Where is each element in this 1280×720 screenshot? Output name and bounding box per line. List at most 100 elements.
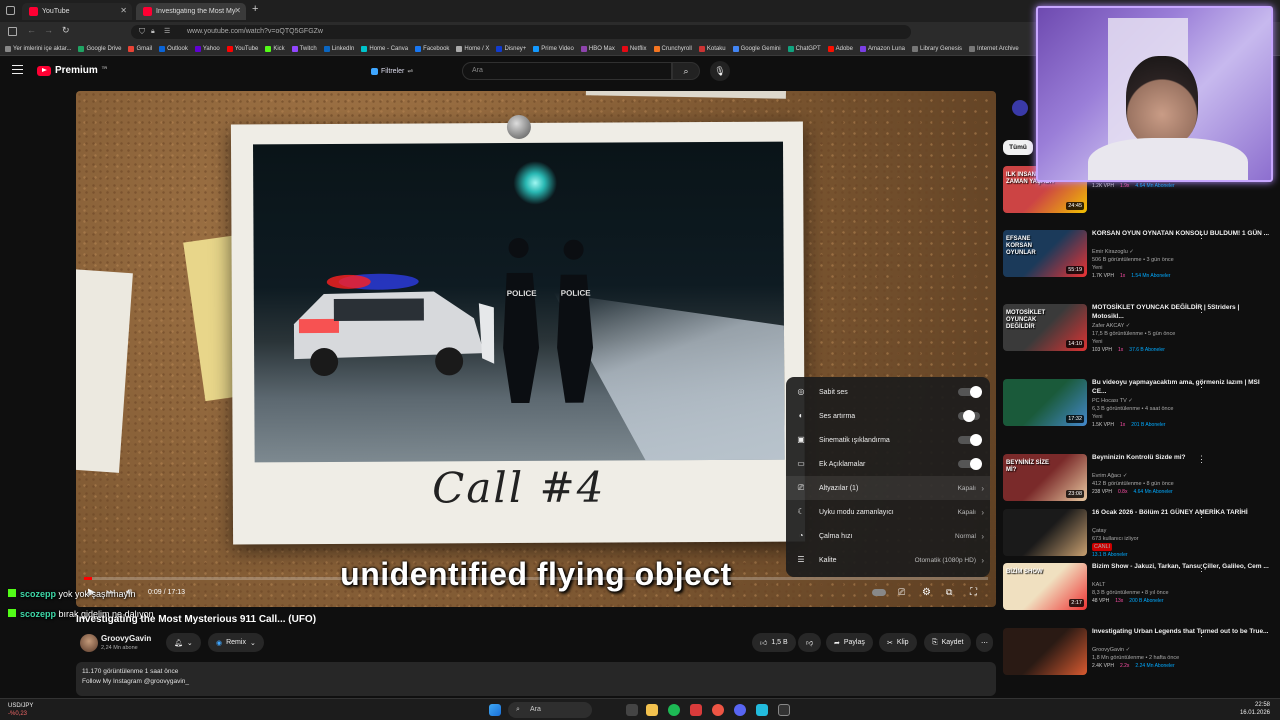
settings-item[interactable]: ◎ Sabit ses xyxy=(786,380,990,404)
progress-bar[interactable] xyxy=(84,577,988,580)
settings-item[interactable]: ◔ Çalma hızı Normal › xyxy=(786,524,990,548)
back-icon[interactable]: ← xyxy=(27,25,36,35)
bookmark-item[interactable]: Library Genesis xyxy=(912,45,962,52)
more-options-icon[interactable]: ⋮ xyxy=(1197,379,1206,390)
more-options-icon[interactable]: ⋮ xyxy=(1197,509,1206,520)
related-video-card[interactable]: 17:32 Bu videoyu yapmayacaktım ama, görme… xyxy=(1003,379,1280,441)
settings-item[interactable]: ⎚ Altyazılar (1) Kapalı › xyxy=(786,476,990,500)
like-button[interactable]: 👍︎ 1,5 B xyxy=(752,633,796,652)
bookmark-item[interactable]: Google Gemini xyxy=(732,45,781,52)
related-video-card[interactable]: Investigating Urban Legends that Turned … xyxy=(1003,628,1280,690)
related-video-title[interactable]: 16 Ocak 2026 - Bölüm 21 GÜNEY AMERİKA TA… xyxy=(1092,509,1272,518)
settings-toggle[interactable] xyxy=(958,434,982,446)
tab-youtube[interactable]: YouTube ✕ xyxy=(22,3,132,20)
related-video-card[interactable]: BİZİM SHOW 2:17 Bizim Show - Jakuzi, Tarka… xyxy=(1003,563,1280,625)
settings-item[interactable]: ▣ Sinematik ışıklandırma xyxy=(786,428,990,452)
video-thumbnail[interactable]: MOTOSİKLET OYUNCAK DEĞİLDİR 14:10 xyxy=(1003,304,1087,351)
bookmark-item[interactable]: ChatGPT xyxy=(787,45,821,52)
bookmark-item[interactable]: Internet Archive xyxy=(969,45,1019,52)
new-tab-button[interactable]: + xyxy=(252,3,258,15)
notifications-button[interactable]: 🔔︎ ⌄ xyxy=(166,633,201,652)
more-options-icon[interactable]: ⋮ xyxy=(1197,454,1206,465)
stock-widget[interactable]: USD/JPY -%0,23 xyxy=(8,702,33,718)
bookmark-item[interactable]: Adobe xyxy=(827,45,853,52)
video-thumbnail[interactable]: EFSANE KORSAN OYUNLAR 55:19 xyxy=(1003,230,1087,277)
discord-icon[interactable] xyxy=(734,704,746,716)
bookmark-item[interactable]: Kick xyxy=(265,45,285,52)
close-tab-icon[interactable]: ✕ xyxy=(120,6,127,15)
related-video-title[interactable]: Bizim Show - Jakuzi, Tarkan, Tansu Çille… xyxy=(1092,563,1272,572)
bookmark-item[interactable]: Yer imlerini içe aktar... xyxy=(5,45,71,52)
more-options-icon[interactable]: ⋮ xyxy=(1197,230,1206,241)
settings-toggle[interactable] xyxy=(958,410,980,422)
bookmark-item[interactable]: Gmail xyxy=(128,45,152,52)
app-icon[interactable] xyxy=(778,704,790,716)
dislike-button[interactable]: 👎︎ xyxy=(798,633,822,652)
settings-item[interactable]: ☰ Kalite Otomatik (1080p HD) › xyxy=(786,548,990,572)
video-thumbnail[interactable]: BEYNİNİZ SİZE Mİ? 23:08 xyxy=(1003,454,1087,501)
taskbar-search[interactable]: ⌕ Ara xyxy=(508,702,592,718)
bookmark-item[interactable]: Crunchyroll xyxy=(653,45,692,52)
app-icon[interactable] xyxy=(756,704,768,716)
search-button[interactable]: ⌕ xyxy=(672,62,700,80)
chip-all[interactable]: Tümü xyxy=(1003,140,1033,155)
video-thumbnail[interactable]: 17:32 xyxy=(1003,379,1087,426)
bookmark-item[interactable]: Disney+ xyxy=(496,45,526,52)
related-video-card[interactable]: MOTOSİKLET OYUNCAK DEĞİLDİR 14:10 MOTOSİKL… xyxy=(1003,304,1280,366)
video-player[interactable]: POLICE POLICE Call #4 unidentified flyin… xyxy=(76,91,996,607)
site-settings-icon[interactable]: ☰ xyxy=(164,25,170,39)
search-input[interactable]: Ara xyxy=(462,62,672,80)
system-clock[interactable]: 22:58 16.01.2026 xyxy=(1240,701,1270,717)
bookmark-item[interactable]: HBO Max xyxy=(580,45,615,52)
settings-toggle[interactable] xyxy=(958,458,982,470)
bookmark-item[interactable]: Google Drive xyxy=(78,45,121,52)
forward-icon[interactable]: → xyxy=(44,25,53,35)
bookmark-item[interactable]: Home / X xyxy=(456,45,489,52)
shield-icon[interactable]: ⛉ xyxy=(139,25,145,39)
bookmark-item[interactable]: Kotaku xyxy=(698,45,726,52)
related-video-title[interactable]: KORSAN OYUN OYNATAN KONSOLU BULDUM! 1 GÜ… xyxy=(1092,230,1272,239)
bookmark-item[interactable]: Twitch xyxy=(291,45,317,52)
youtube-premium-logo[interactable]: Premium TR xyxy=(37,65,107,76)
autoplay-toggle[interactable] xyxy=(872,589,886,596)
bookmark-item[interactable]: LinkedIn xyxy=(323,45,354,52)
related-video-card[interactable]: 16 Ocak 2026 - Bölüm 21 GÜNEY AMERİKA TA… xyxy=(1003,509,1280,571)
word-icon[interactable] xyxy=(690,704,702,716)
share-button[interactable]: ➦ Paylaş xyxy=(826,633,873,652)
bookmark-item[interactable]: YouTube xyxy=(226,45,258,52)
voice-search-button[interactable]: 🎙︎ xyxy=(710,61,730,81)
related-video-title[interactable]: MOTOSİKLET OYUNCAK DEĞİLDİR | 5Striders … xyxy=(1092,304,1272,321)
settings-item[interactable]: ◐ Ses artırma xyxy=(786,404,990,428)
task-view-icon[interactable] xyxy=(626,704,638,716)
save-button[interactable]: ⎘ Kaydet xyxy=(924,633,972,652)
more-options-icon[interactable]: ⋮ xyxy=(1197,304,1206,315)
reload-icon[interactable]: ↻ xyxy=(62,25,70,36)
close-tab-icon[interactable]: ✕ xyxy=(234,6,241,15)
bookmark-item[interactable]: Outlook xyxy=(159,45,188,52)
bookmark-item[interactable]: Yahoo xyxy=(194,45,220,52)
filters-button[interactable]: Filtreler ⇌ xyxy=(365,64,419,78)
settings-icon[interactable]: ⚙ xyxy=(922,587,931,598)
file-explorer-icon[interactable] xyxy=(646,704,658,716)
channel-avatar[interactable] xyxy=(80,634,98,652)
related-video-title[interactable]: Investigating Urban Legends that Turned … xyxy=(1092,628,1272,637)
tab-actions-icon[interactable] xyxy=(6,6,15,15)
video-thumbnail[interactable]: BİZİM SHOW 2:17 xyxy=(1003,563,1087,610)
lock-icon[interactable]: 🔒︎ xyxy=(151,25,155,39)
channel-name[interactable]: GroovyGavin xyxy=(101,634,151,643)
related-video-card[interactable]: EFSANE KORSAN OYUNLAR 55:19 KORSAN OYUN OY… xyxy=(1003,230,1280,292)
description-box[interactable]: 11.170 görüntülenme 1 saat önce Follow M… xyxy=(76,662,996,696)
subtitles-icon[interactable]: ⎚ xyxy=(898,587,905,598)
remix-button[interactable]: ◉ Remix ⌄ xyxy=(208,633,264,652)
url-field[interactable]: ⛉ 🔒︎ ☰ www.youtube.com/watch?v=oQTQ5GFGZ… xyxy=(131,25,911,39)
spotify-icon[interactable] xyxy=(668,704,680,716)
bookmark-item[interactable]: Facebook xyxy=(415,45,449,52)
related-video-title[interactable]: Bu videoyu yapmayacaktım ama, görmeniz l… xyxy=(1092,379,1272,396)
fullscreen-icon[interactable]: ⛶ xyxy=(970,587,977,598)
clip-button[interactable]: ✂ Klip xyxy=(879,633,917,652)
related-video-title[interactable]: Beyninizin Kontrolü Sizde mi? xyxy=(1092,454,1272,463)
settings-item[interactable]: ☾ Uyku modu zamanlayıcı Kapalı › xyxy=(786,500,990,524)
bookmark-item[interactable]: Netflix xyxy=(621,45,647,52)
menu-icon[interactable] xyxy=(12,65,23,74)
more-options-icon[interactable]: ⋮ xyxy=(1197,628,1206,639)
